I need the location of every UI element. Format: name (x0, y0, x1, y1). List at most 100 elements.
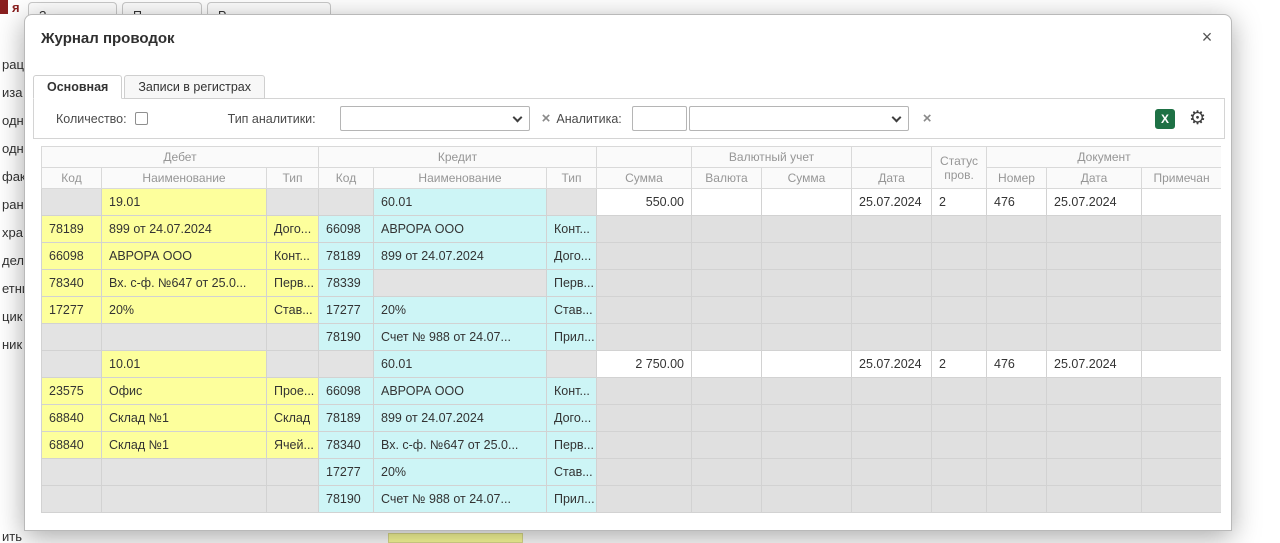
posting-detail-row[interactable]: 1727720%Став...1727720%Став... (42, 297, 1222, 324)
cell-debit-name[interactable]: Склад №1 (102, 432, 267, 459)
cell-doc-date[interactable]: 25.07.2024 (1047, 351, 1142, 378)
cell-note[interactable] (1142, 378, 1221, 405)
posting-detail-row[interactable]: 68840Склад №1Ячей...78340Вх. с-ф. №647 о… (42, 432, 1222, 459)
cell-sum[interactable] (597, 405, 692, 432)
cell-credit-type[interactable] (547, 351, 597, 378)
cell-sum[interactable] (597, 243, 692, 270)
analytics-code-input[interactable] (632, 106, 687, 131)
posting-detail-row[interactable]: 78189899 от 24.07.2024Дого...66098АВРОРА… (42, 216, 1222, 243)
cell-status[interactable] (932, 378, 987, 405)
cell-debit-type[interactable] (267, 459, 319, 486)
cell-doc-number[interactable] (987, 243, 1047, 270)
bg-menu-item-fragment[interactable]: одн (2, 141, 24, 156)
bg-highlighted-cell[interactable] (388, 533, 523, 543)
cell-debit-name[interactable] (102, 324, 267, 351)
cell-currency-sum[interactable] (762, 243, 852, 270)
cell-doc-date[interactable] (1047, 297, 1142, 324)
cell-date[interactable]: 25.07.2024 (852, 351, 932, 378)
cell-currency-sum[interactable] (762, 378, 852, 405)
cell-doc-number[interactable] (987, 270, 1047, 297)
cell-doc-date[interactable] (1047, 432, 1142, 459)
cell-doc-number[interactable] (987, 486, 1047, 513)
cell-date[interactable] (852, 486, 932, 513)
clear-analytics-icon[interactable]: × (923, 110, 932, 127)
cell-credit-type[interactable]: Прил... (547, 486, 597, 513)
cell-debit-code[interactable]: 68840 (42, 432, 102, 459)
cell-debit-type[interactable] (267, 324, 319, 351)
cell-debit-type[interactable]: Перв... (267, 270, 319, 297)
cell-debit-type[interactable]: Прое... (267, 378, 319, 405)
cell-debit-code[interactable]: 68840 (42, 405, 102, 432)
cell-date[interactable] (852, 378, 932, 405)
cell-currency[interactable] (692, 432, 762, 459)
cell-doc-number[interactable]: 476 (987, 351, 1047, 378)
cell-debit-code[interactable]: 78340 (42, 270, 102, 297)
cell-credit-name[interactable]: АВРОРА ООО (374, 216, 547, 243)
cell-currency[interactable] (692, 297, 762, 324)
cell-debit-code[interactable]: 78189 (42, 216, 102, 243)
cell-note[interactable] (1142, 324, 1221, 351)
cell-credit-type[interactable]: Дого... (547, 405, 597, 432)
cell-status[interactable] (932, 459, 987, 486)
cell-status[interactable] (932, 297, 987, 324)
cell-credit-code[interactable]: 17277 (319, 459, 374, 486)
cell-debit-type[interactable] (267, 351, 319, 378)
cell-date[interactable] (852, 270, 932, 297)
posting-group-row[interactable]: 10.0160.012 750.0025.07.2024247625.07.20… (42, 351, 1222, 378)
cell-currency[interactable] (692, 243, 762, 270)
cell-credit-name[interactable]: Счет № 988 от 24.07... (374, 324, 547, 351)
cell-sum[interactable] (597, 378, 692, 405)
cell-debit-name[interactable]: 10.01 (102, 351, 267, 378)
posting-detail-row[interactable]: 78340Вх. с-ф. №647 от 25.0...Перв...7833… (42, 270, 1222, 297)
posting-detail-row[interactable]: 68840Склад №1Склад78189899 от 24.07.2024… (42, 405, 1222, 432)
cell-status[interactable]: 2 (932, 351, 987, 378)
posting-detail-row[interactable]: 78190Счет № 988 от 24.07...Прил... (42, 486, 1222, 513)
cell-currency[interactable] (692, 324, 762, 351)
bg-menu-item-fragment[interactable]: одн (2, 113, 24, 128)
settings-gear-icon[interactable]: ⚙ (1189, 109, 1206, 129)
cell-doc-number[interactable] (987, 378, 1047, 405)
cell-debit-name[interactable]: 899 от 24.07.2024 (102, 216, 267, 243)
cell-credit-code[interactable]: 17277 (319, 297, 374, 324)
close-icon[interactable]: × (1195, 25, 1219, 49)
cell-debit-code[interactable] (42, 189, 102, 216)
cell-sum[interactable] (597, 270, 692, 297)
cell-credit-name[interactable]: 60.01 (374, 351, 547, 378)
cell-credit-type[interactable] (547, 189, 597, 216)
cell-sum[interactable] (597, 486, 692, 513)
cell-doc-date[interactable] (1047, 216, 1142, 243)
cell-currency-sum[interactable] (762, 324, 852, 351)
cell-doc-number[interactable] (987, 405, 1047, 432)
bg-menu-item-fragment[interactable]: ить (2, 529, 22, 543)
cell-credit-name[interactable]: 20% (374, 297, 547, 324)
cell-credit-code[interactable]: 78340 (319, 432, 374, 459)
cell-debit-type[interactable]: Ячей... (267, 432, 319, 459)
cell-currency[interactable] (692, 351, 762, 378)
cell-date[interactable] (852, 243, 932, 270)
posting-detail-row[interactable]: 66098АВРОРА ОООКонт...78189899 от 24.07.… (42, 243, 1222, 270)
cell-credit-code[interactable]: 78190 (319, 324, 374, 351)
cell-debit-name[interactable] (102, 459, 267, 486)
cell-currency[interactable] (692, 216, 762, 243)
cell-debit-type[interactable]: Став... (267, 297, 319, 324)
cell-doc-number[interactable] (987, 297, 1047, 324)
cell-debit-name[interactable]: Склад №1 (102, 405, 267, 432)
cell-doc-date[interactable]: 25.07.2024 (1047, 189, 1142, 216)
cell-doc-date[interactable] (1047, 324, 1142, 351)
cell-doc-date[interactable] (1047, 486, 1142, 513)
cell-doc-number[interactable] (987, 459, 1047, 486)
posting-detail-row[interactable]: 23575ОфисПрое...66098АВРОРА ОООКонт... (42, 378, 1222, 405)
cell-note[interactable] (1142, 216, 1221, 243)
cell-currency[interactable] (692, 270, 762, 297)
cell-debit-code[interactable] (42, 324, 102, 351)
cell-doc-date[interactable] (1047, 270, 1142, 297)
cell-credit-name[interactable]: 20% (374, 459, 547, 486)
cell-date[interactable]: 25.07.2024 (852, 189, 932, 216)
cell-date[interactable] (852, 459, 932, 486)
bg-menu-item-fragment[interactable]: ран (2, 197, 24, 212)
cell-currency-sum[interactable] (762, 189, 852, 216)
bg-menu-item-fragment[interactable]: рац (2, 57, 24, 72)
cell-credit-type[interactable]: Перв... (547, 432, 597, 459)
cell-debit-type[interactable]: Конт... (267, 243, 319, 270)
cell-sum[interactable]: 550.00 (597, 189, 692, 216)
